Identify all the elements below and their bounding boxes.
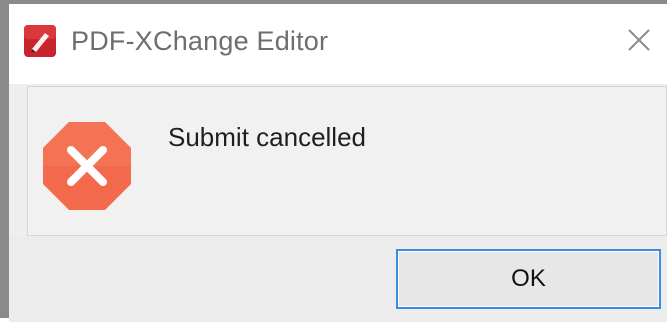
message-dialog: PDF-XChange Editor Submit cancelled OK <box>0 0 667 322</box>
error-icon <box>39 118 135 214</box>
window-title: PDF-XChange Editor <box>71 26 329 56</box>
ok-button[interactable]: OK <box>396 249 661 309</box>
title-bar: PDF-XChange Editor <box>9 4 667 84</box>
pdf-xchange-logo-icon <box>23 24 57 58</box>
dialog-message: Submit cancelled <box>168 122 366 152</box>
close-icon[interactable] <box>617 18 661 62</box>
